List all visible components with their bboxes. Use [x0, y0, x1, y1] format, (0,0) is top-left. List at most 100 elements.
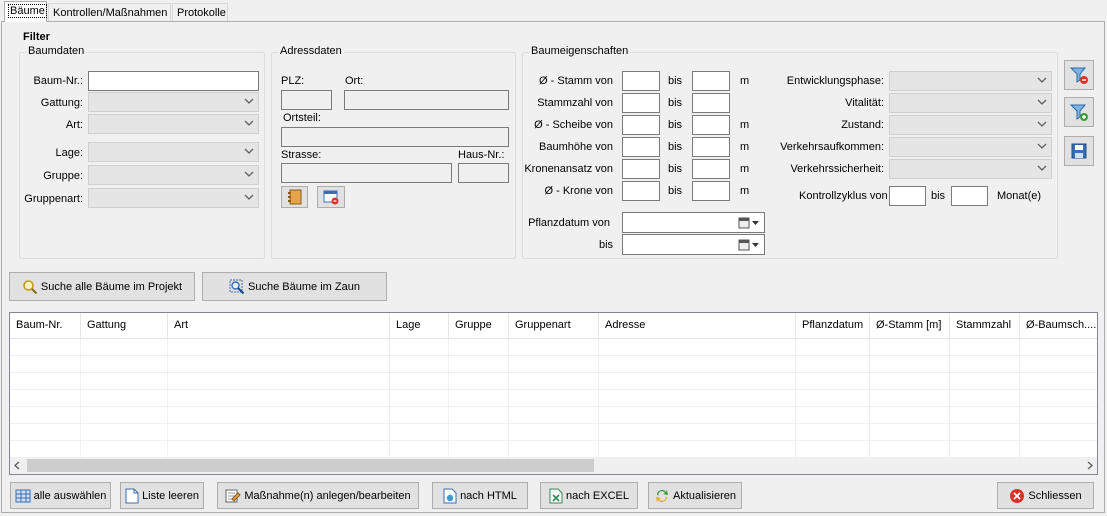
ort-input[interactable]	[344, 90, 509, 110]
search-icon	[23, 279, 38, 294]
entwicklungsphase-select[interactable]	[889, 71, 1052, 91]
baumhoehe-von-input[interactable]	[622, 137, 660, 157]
column-header[interactable]: Ø-Stamm [m]	[870, 313, 950, 339]
stamm-von-input[interactable]	[622, 71, 660, 91]
export-html-button[interactable]: nach HTML	[432, 482, 528, 509]
haus-nr-input[interactable]	[458, 163, 509, 183]
export-excel-button[interactable]: nach EXCEL	[540, 482, 638, 509]
filter-add-icon	[1069, 104, 1088, 121]
column-divider	[509, 339, 599, 459]
column-header[interactable]: Pflanzdatum	[796, 313, 870, 339]
krone-bis-label: bis	[668, 185, 683, 197]
stammzahl-von-label: Stammzahl von	[537, 97, 613, 109]
refresh-label: Aktualisieren	[673, 489, 736, 502]
export-excel-label: nach EXCEL	[566, 489, 629, 502]
chevron-down-icon	[1037, 121, 1047, 127]
baumhoehe-bis-input[interactable]	[692, 137, 730, 157]
column-header[interactable]: Adresse	[599, 313, 796, 339]
scrollbar-thumb[interactable]	[27, 459, 594, 472]
horizontal-scrollbar[interactable]	[10, 457, 1097, 474]
column-header[interactable]: Gattung	[81, 313, 168, 339]
clear-filter-button[interactable]	[1064, 60, 1094, 90]
column-header[interactable]: Stammzahl	[950, 313, 1020, 339]
scroll-left-icon[interactable]	[13, 461, 21, 470]
column-divider	[81, 339, 168, 459]
column-header[interactable]: Art	[168, 313, 390, 339]
column-header[interactable]: Gruppe	[449, 313, 509, 339]
chevron-down-icon	[244, 194, 254, 200]
art-select[interactable]	[88, 114, 259, 134]
kontrollzyklus-bis-label: bis	[931, 190, 946, 202]
close-button[interactable]: Schliessen	[997, 482, 1094, 509]
scheibe-bis-input[interactable]	[692, 115, 730, 135]
verkehrsaufkommen-select[interactable]	[889, 137, 1052, 157]
verkehrsaufkommen-label: Verkehrsaufkommen:	[780, 141, 884, 153]
lage-select[interactable]	[88, 142, 259, 162]
refresh-button[interactable]: Aktualisieren	[648, 482, 742, 509]
kronenansatz-bis-label: bis	[668, 163, 683, 175]
calendar-icon	[738, 239, 759, 251]
clear-list-button[interactable]: Liste leeren	[120, 482, 204, 509]
pflanzdatum-bis-label: bis	[599, 239, 614, 251]
column-divider	[796, 339, 870, 459]
kontrollzyklus-bis-input[interactable]	[951, 186, 988, 206]
chevron-down-icon	[244, 120, 254, 126]
column-divider	[168, 339, 390, 459]
results-table[interactable]: Baum-Nr. Gattung Art Lage Gruppe Gruppen…	[9, 312, 1098, 475]
export-html-label: nach HTML	[460, 489, 517, 502]
chevron-down-icon	[244, 148, 254, 154]
zustand-select[interactable]	[889, 115, 1052, 135]
column-header[interactable]: Baum-Nr.	[10, 313, 81, 339]
haus-nr-label: Haus-Nr.:	[458, 149, 505, 161]
search-all-button[interactable]: Suche alle Bäume im Projekt	[9, 272, 195, 301]
massnahmen-button[interactable]: Maßnahme(n) anlegen/bearbeiten	[217, 482, 419, 509]
tab-protokolle[interactable]: Protokolle	[172, 3, 228, 22]
pflanzdatum-von-picker[interactable]	[622, 212, 765, 233]
column-divider	[950, 339, 1020, 459]
clear-address-button[interactable]	[317, 186, 345, 208]
verkehrssicherheit-label: Verkehrssicherheit:	[790, 163, 884, 175]
search-fence-button[interactable]: Suche Bäume im Zaun	[202, 272, 387, 301]
save-filter-button[interactable]	[1064, 136, 1094, 166]
select-all-button[interactable]: alle auswählen	[10, 482, 111, 509]
tab-label: Protokolle	[177, 7, 226, 19]
kontrollzyklus-von-input[interactable]	[889, 186, 926, 206]
stamm-bis-input[interactable]	[692, 71, 730, 91]
gruppe-select[interactable]	[88, 165, 259, 185]
address-book-button[interactable]	[281, 186, 308, 208]
add-filter-button[interactable]	[1064, 97, 1094, 127]
column-divider	[10, 339, 81, 459]
kronenansatz-bis-input[interactable]	[692, 159, 730, 179]
html-file-icon	[443, 488, 457, 503]
vitalitaet-select[interactable]	[889, 93, 1052, 113]
kronenansatz-von-input[interactable]	[622, 159, 660, 179]
ortsteil-input[interactable]	[281, 127, 509, 147]
pflanzdatum-bis-picker[interactable]	[622, 234, 765, 255]
strasse-input[interactable]	[281, 163, 452, 183]
scroll-right-icon[interactable]	[1086, 461, 1094, 470]
gattung-select[interactable]	[88, 92, 259, 112]
stamm-unit: m	[740, 75, 750, 87]
tab-baeume[interactable]: Bäume	[4, 1, 47, 22]
verkehrssicherheit-select[interactable]	[889, 159, 1052, 179]
column-header[interactable]: Lage	[390, 313, 449, 339]
plz-input[interactable]	[281, 90, 332, 110]
krone-von-input[interactable]	[622, 181, 660, 201]
strasse-label: Strasse:	[281, 149, 322, 161]
scheibe-von-input[interactable]	[622, 115, 660, 135]
krone-bis-input[interactable]	[692, 181, 730, 201]
gruppenart-select[interactable]	[88, 188, 259, 208]
stammzahl-bis-input[interactable]	[692, 93, 730, 113]
stammzahl-von-input[interactable]	[622, 93, 660, 113]
save-icon	[1071, 143, 1087, 159]
column-header[interactable]: Ø-Baumsch....	[1020, 313, 1097, 339]
baumhoehe-bis-label: bis	[668, 141, 683, 153]
tab-kontrollen[interactable]: Kontrollen/Maßnahmen	[48, 3, 171, 22]
column-header[interactable]: Gruppenart	[509, 313, 599, 339]
baumhoehe-unit: m	[740, 141, 750, 153]
filter-remove-icon	[1069, 67, 1088, 84]
chevron-down-icon	[1037, 77, 1047, 83]
baum-nr-input[interactable]	[88, 71, 259, 91]
refresh-icon	[656, 489, 668, 502]
chevron-down-icon	[1037, 143, 1047, 149]
